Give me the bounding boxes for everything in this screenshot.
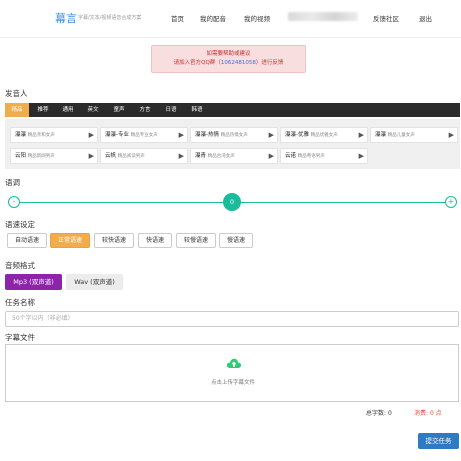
tab-korean[interactable]: 韩语 <box>186 103 208 117</box>
format-label: 音频格式 <box>5 261 35 270</box>
user-account-blurred[interactable] <box>288 12 358 21</box>
notice-line-1: 如需要帮助或建议 <box>206 51 251 57</box>
speed-slower-button[interactable]: 较慢语速 <box>176 233 216 248</box>
play-icon[interactable]: ▶ <box>179 149 184 163</box>
play-icon[interactable]: ▶ <box>89 128 94 142</box>
subtitle-file-label: 字幕文件 <box>5 333 35 342</box>
pitch-label: 语调 <box>5 178 20 187</box>
play-icon[interactable]: ▶ <box>449 128 454 142</box>
speaker-option[interactable]: 瀑瀑-优雅 精品优雅女声 ▶ <box>280 127 368 143</box>
nav-feedback[interactable]: 反馈社区 <box>373 13 399 23</box>
qq-group-number: 1062481058 <box>220 60 256 66</box>
play-icon[interactable]: ▶ <box>359 128 364 142</box>
format-wav-button[interactable]: Wav (双声道) <box>66 274 123 290</box>
speaker-option[interactable]: 瀑瀑-热情 精品热情女声 ▶ <box>190 127 278 143</box>
play-icon[interactable]: ▶ <box>269 149 274 163</box>
speed-fast-button[interactable]: 快语速 <box>138 233 172 248</box>
tab-dialect[interactable]: 方言 <box>134 103 156 117</box>
speed-auto-button[interactable]: 自动语速 <box>7 233 47 248</box>
nav-logout[interactable]: 退出 <box>419 13 432 23</box>
notice-line-2: 请加入官方QQ群（1062481058）进行反馈 <box>173 60 284 66</box>
speed-faster-button[interactable]: 较快语速 <box>94 233 134 248</box>
minus-icon[interactable]: - <box>8 196 20 208</box>
speaker-option[interactable]: 瀑瀑 精品儿童女声 ▶ <box>370 127 458 143</box>
speaker-option[interactable]: 瀑青 精品台湾女声 ▶ <box>190 148 278 164</box>
task-name-label: 任务名称 <box>5 298 35 307</box>
nav-home[interactable]: 首页 <box>171 13 184 23</box>
speed-label: 语速设定 <box>5 220 35 229</box>
play-icon[interactable]: ▶ <box>179 128 184 142</box>
nav-my-videos[interactable]: 我的视频 <box>244 13 270 23</box>
play-icon[interactable]: ▶ <box>269 128 274 142</box>
plus-icon[interactable]: + <box>445 196 457 208</box>
tab-japanese[interactable]: 日语 <box>160 103 182 117</box>
speaker-option[interactable]: 云诺 精品粤语男声 ▶ <box>280 148 368 164</box>
tab-general[interactable]: 通用 <box>57 103 79 117</box>
speaker-option[interactable]: 瀑瀑 精品亲和女声 ▶ <box>10 127 98 143</box>
speaker-list: 瀑瀑 精品亲和女声 ▶ 瀑瀑-专业 精品专业女声 ▶ 瀑瀑-热情 精品热情女声 ▶ 瀑… <box>5 119 460 169</box>
help-notice: 如需要帮助或建议 请加入官方QQ群（1062481058）进行反馈 <box>151 45 306 73</box>
play-icon[interactable]: ▶ <box>89 149 94 163</box>
site-subtitle: 字幕/文本/视频语音合成方案 <box>78 15 142 21</box>
speaker-label: 发音人 <box>5 89 28 98</box>
speaker-option[interactable]: 瀑瀑-专业 精品专业女声 ▶ <box>100 127 188 143</box>
word-count: 总字数: 0 <box>366 410 392 417</box>
play-icon[interactable]: ▶ <box>359 149 364 163</box>
speed-normal-button[interactable]: 正常语速 <box>50 233 90 248</box>
tab-premium[interactable]: 精品 <box>5 103 29 117</box>
task-name-input[interactable]: 50个字以内（非必填） <box>5 311 459 327</box>
top-header: 幕言 字幕/文本/视频语音合成方案 首页 我的配音 我的视频 反馈社区 退出 <box>0 0 461 38</box>
site-logo[interactable]: 幕言 <box>55 10 77 26</box>
tab-recommended[interactable]: 推荐 <box>32 103 54 117</box>
cloud-upload-icon[interactable] <box>226 357 242 373</box>
tab-children[interactable]: 童声 <box>108 103 130 117</box>
tab-english[interactable]: 英文 <box>82 103 104 117</box>
speaker-option[interactable]: 云帆 精品阅读男声 ▶ <box>100 148 188 164</box>
format-mp3-button[interactable]: Mp3 (双声道) <box>5 274 62 290</box>
speed-slow-button[interactable]: 慢语速 <box>219 233 253 248</box>
pitch-slider-handle[interactable]: 0 <box>223 193 241 211</box>
subtitle-upload-area[interactable]: 点击上传字幕文件 <box>5 344 459 402</box>
speaker-option[interactable]: 云阳 精品新闻男声 ▶ <box>10 148 98 164</box>
upload-hint[interactable]: 点击上传字幕文件 <box>6 378 460 386</box>
submit-task-button[interactable]: 提交任务 <box>418 433 459 449</box>
cost-display: 消费: 0 点 <box>414 410 442 417</box>
speaker-tabbar: 精品 推荐 通用 英文 童声 方言 日语 韩语 <box>5 103 460 117</box>
nav-my-dubbing[interactable]: 我的配音 <box>200 13 226 23</box>
